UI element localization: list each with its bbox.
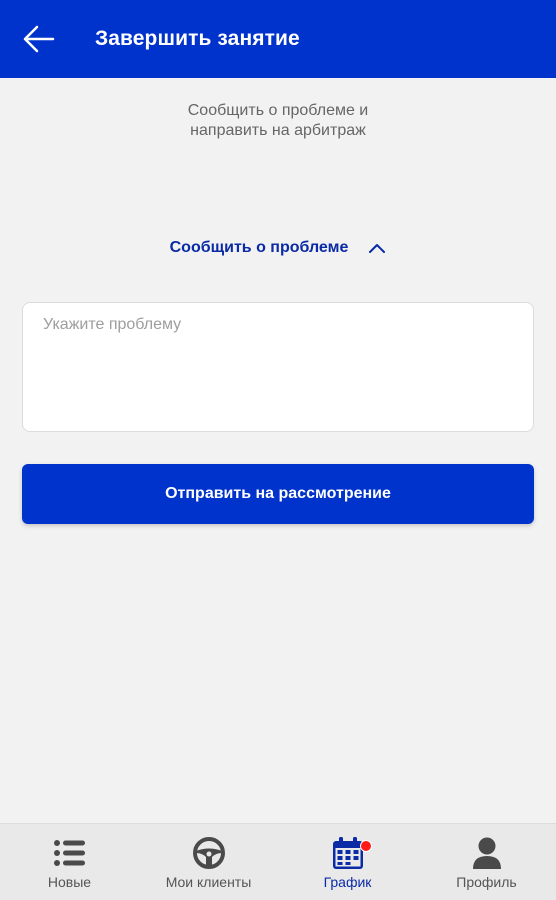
description-line-1: Сообщить о проблеме и	[187, 102, 369, 119]
chevron-up-icon	[368, 242, 386, 254]
section-description: Сообщить о проблеме и направить на арбит…	[0, 101, 556, 141]
nav-item-new[interactable]: Новые	[0, 824, 139, 900]
nav-item-my-clients[interactable]: Мои клиенты	[139, 824, 278, 900]
problem-input[interactable]	[43, 316, 513, 418]
description-line-2: направить на арбитраж	[190, 122, 366, 139]
nav-label-new: Новые	[47, 874, 92, 890]
app-bar: Завершить занятие	[0, 0, 556, 78]
nav-label-schedule: График	[323, 874, 372, 890]
problem-input-container	[22, 302, 534, 432]
nav-item-schedule[interactable]: График	[278, 824, 417, 900]
nav-label-my-clients: Мои клиенты	[165, 874, 252, 890]
submit-for-review-button[interactable]: Отправить на рассмотрение	[22, 464, 534, 524]
report-problem-toggle[interactable]: Сообщить о проблеме	[0, 234, 556, 262]
calendar-icon	[332, 836, 372, 870]
notification-badge	[359, 840, 372, 852]
page-title: Завершить занятие	[95, 27, 300, 50]
nav-item-profile[interactable]: Профиль	[417, 824, 556, 900]
bottom-navigation: Новые Мои клиенты График Профиль	[0, 823, 556, 900]
steering-wheel-icon	[192, 836, 226, 870]
nav-label-profile: Профиль	[456, 874, 517, 890]
back-button[interactable]	[0, 0, 78, 78]
person-icon	[471, 836, 503, 870]
arrow-left-icon	[23, 25, 55, 53]
report-problem-label: Сообщить о проблеме	[169, 239, 349, 256]
list-icon	[53, 836, 87, 870]
